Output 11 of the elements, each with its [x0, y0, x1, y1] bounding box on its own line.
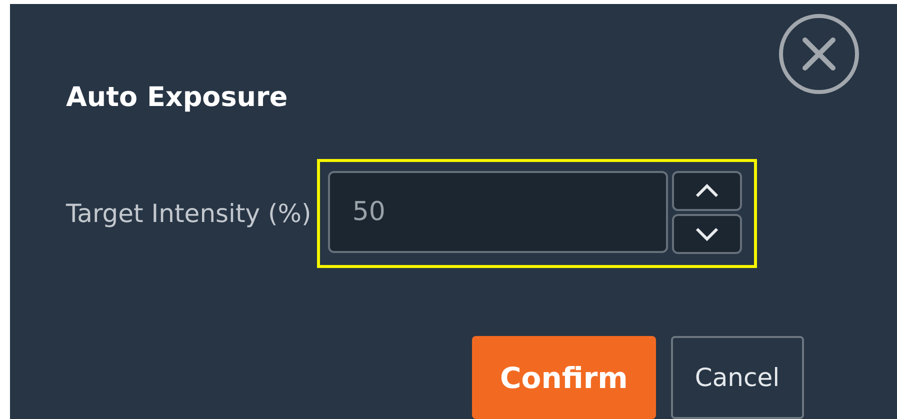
field-label: Target Intensity (%) — [66, 199, 312, 228]
cancel-button[interactable]: Cancel — [670, 336, 804, 419]
chevron-up-icon — [695, 184, 720, 198]
close-button[interactable] — [779, 14, 859, 94]
decrement-button[interactable] — [672, 214, 742, 254]
close-icon — [801, 36, 837, 72]
intensity-input[interactable]: 50 — [328, 171, 668, 253]
increment-button[interactable] — [672, 171, 742, 211]
dialog-title: Auto Exposure — [66, 82, 289, 113]
confirm-button[interactable]: Confirm — [472, 336, 656, 419]
chevron-down-icon — [695, 227, 720, 241]
